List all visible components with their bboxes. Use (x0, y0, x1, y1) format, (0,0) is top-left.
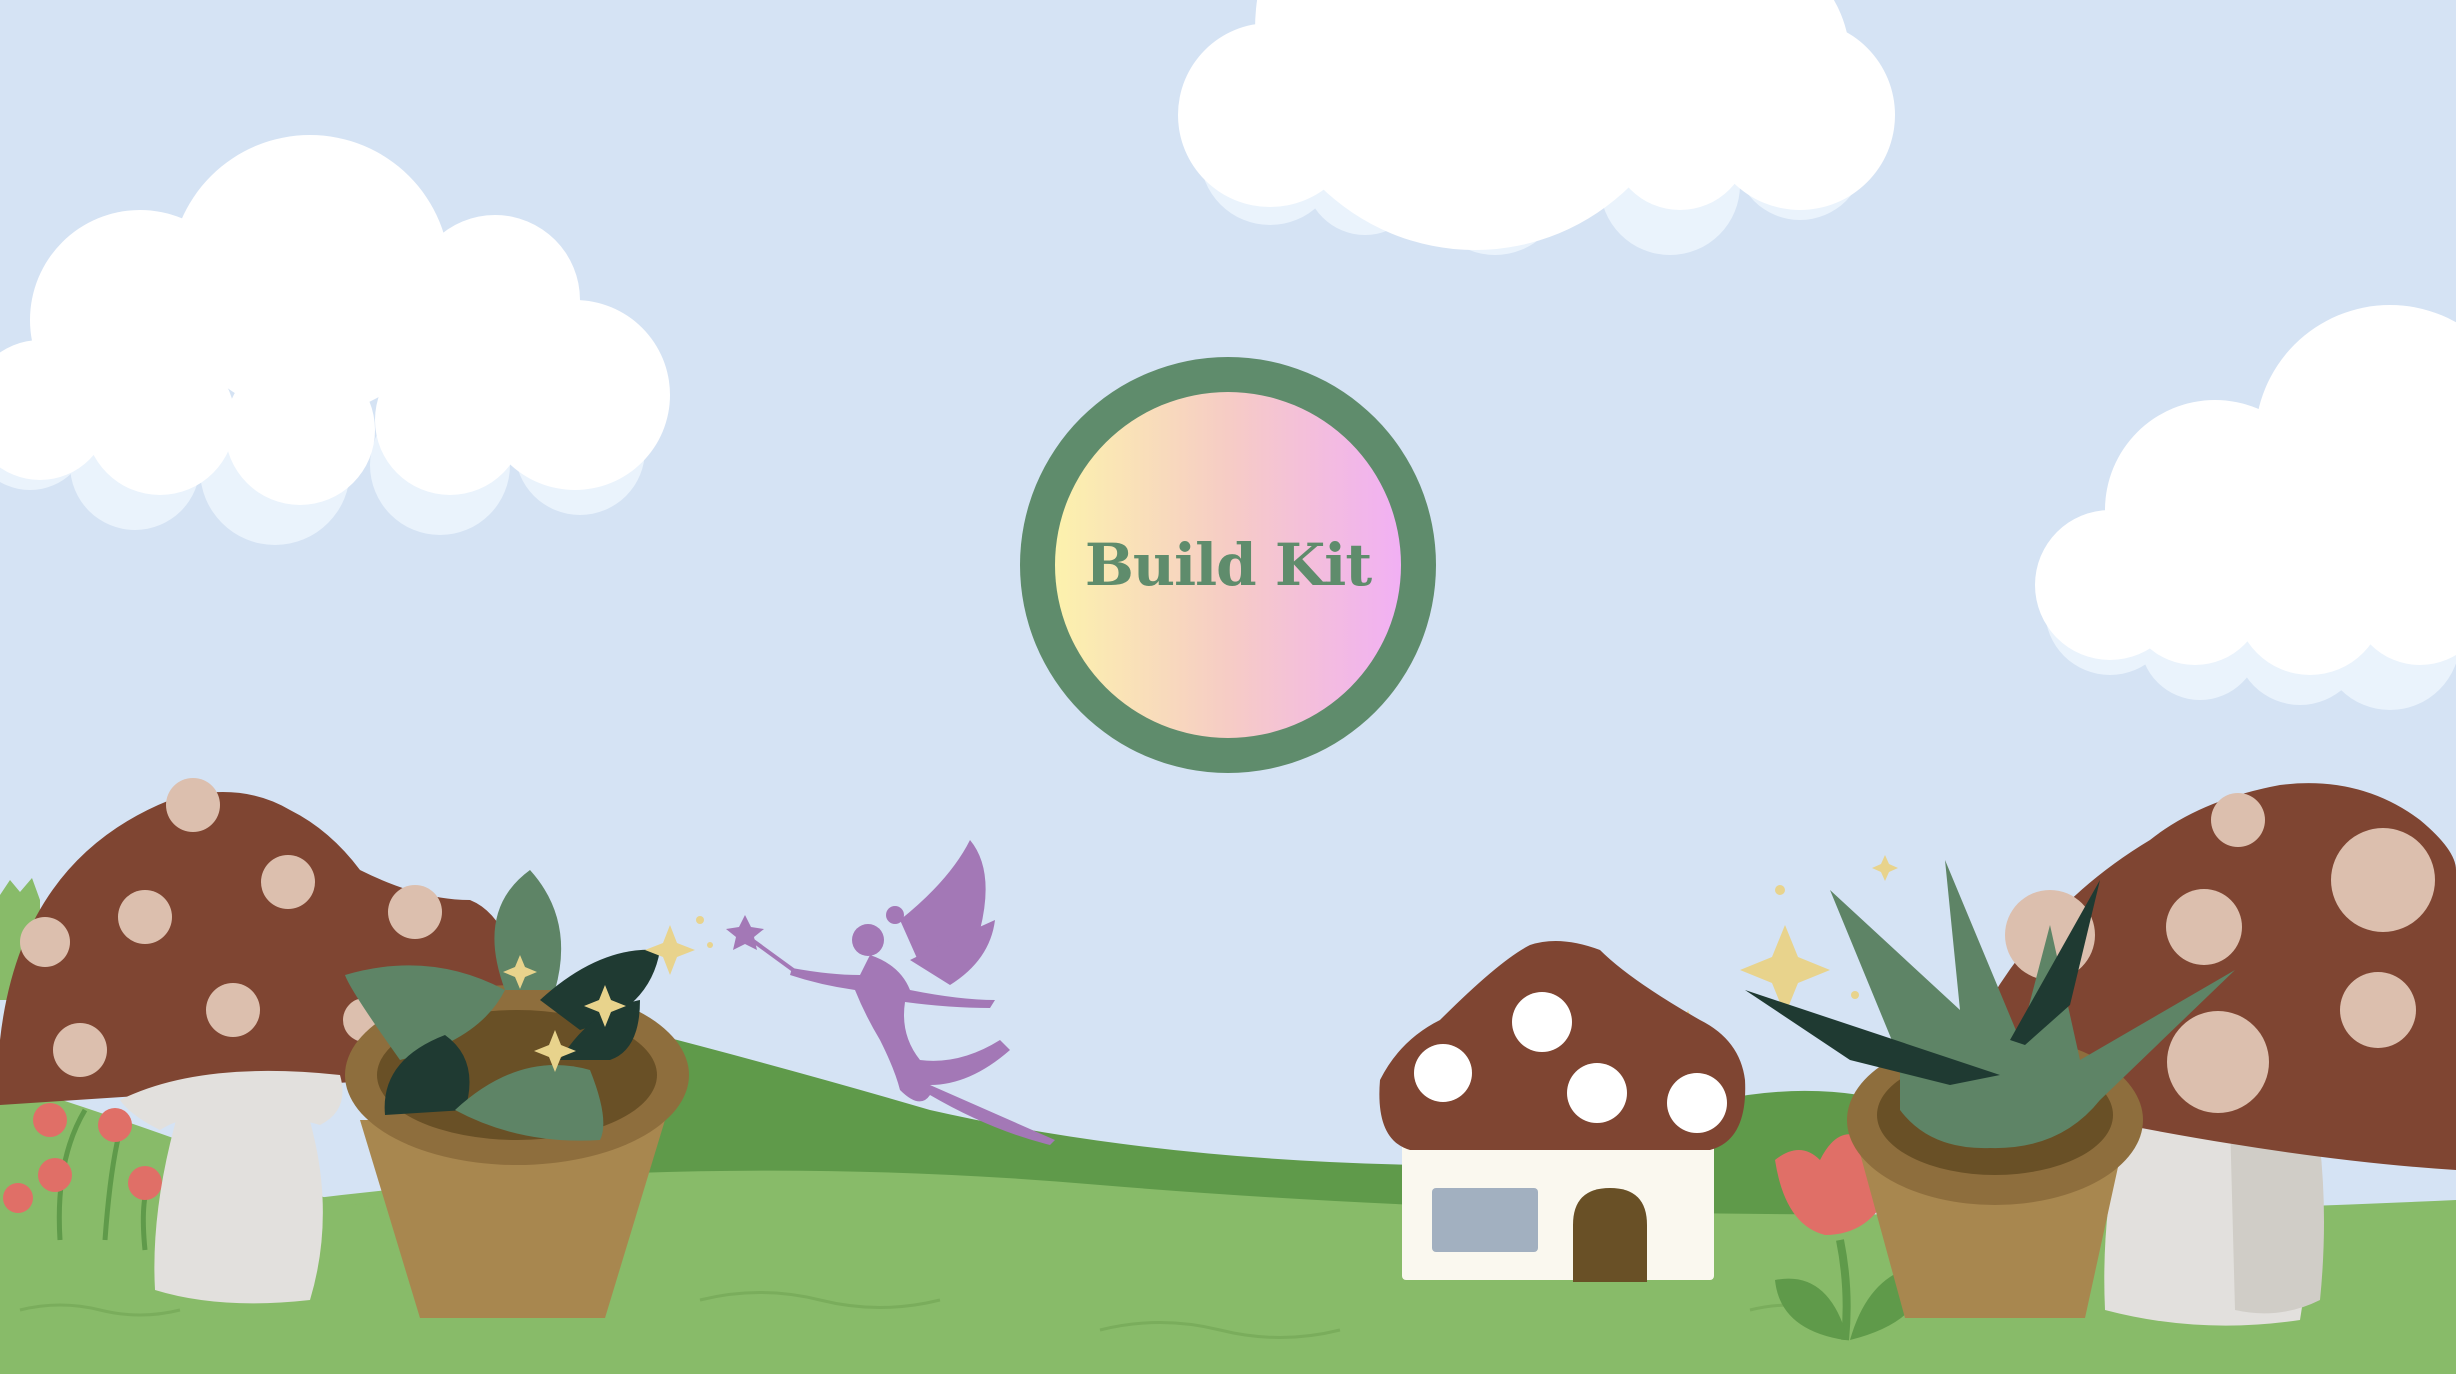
build-kit-label: Build Kit (1084, 531, 1372, 599)
build-kit-button[interactable]: Build Kit (1020, 357, 1436, 773)
build-kit-button-face[interactable]: Build Kit (1055, 392, 1401, 738)
cloud-icon (1178, 0, 1895, 255)
